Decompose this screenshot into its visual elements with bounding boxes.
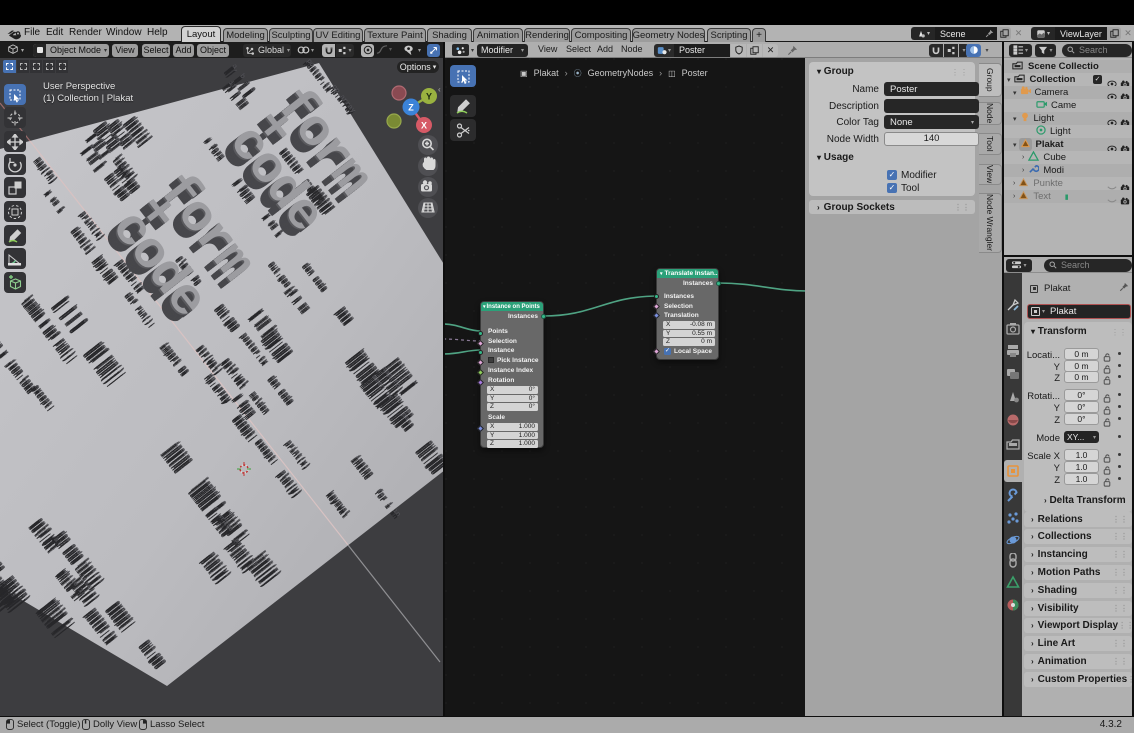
svg-text:Y: Y (426, 92, 432, 102)
svg-text:X: X (421, 121, 427, 131)
svg-text:Z: Z (408, 103, 414, 113)
